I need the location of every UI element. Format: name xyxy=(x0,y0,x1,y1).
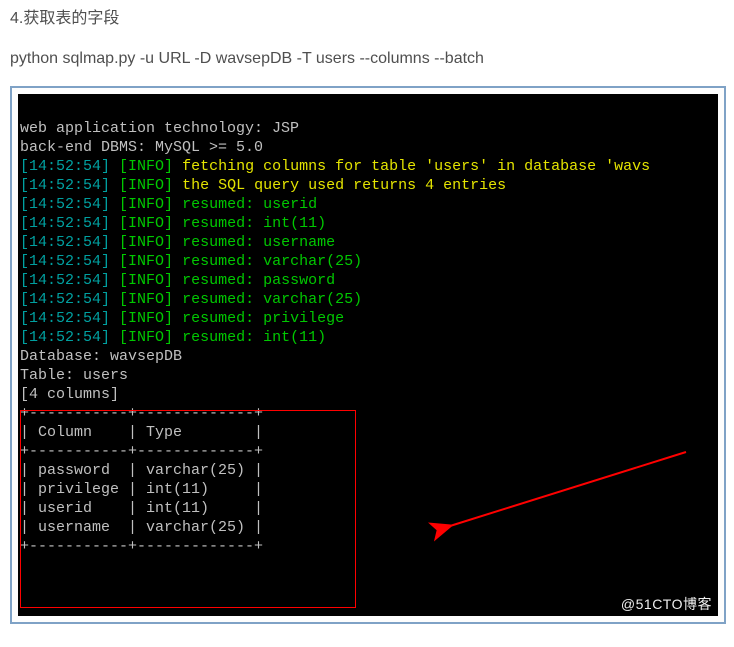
terminal-output: web application technology: JSP back-end… xyxy=(18,94,718,616)
log-msg-5: resumed: username xyxy=(182,234,335,251)
table-sep: +-----------+-------------+ xyxy=(20,443,263,460)
log-ts: [14:52:54] xyxy=(20,291,110,308)
terminal-frame: web application technology: JSP back-end… xyxy=(10,86,726,624)
log-msg-3: resumed: userid xyxy=(182,196,317,213)
log-ts: [14:52:54] xyxy=(20,310,110,327)
table-sep: +-----------+-------------+ xyxy=(20,405,263,422)
log-level: [INFO] xyxy=(119,215,173,232)
table-row: | password | varchar(25) | xyxy=(20,462,263,479)
tech-line: web application technology: JSP xyxy=(20,120,299,137)
log-msg-1: fetching columns for table 'users' in da… xyxy=(182,158,650,175)
log-ts: [14:52:54] xyxy=(20,329,110,346)
section-heading: 4.获取表的字段 xyxy=(10,4,724,28)
log-level: [INFO] xyxy=(119,310,173,327)
table-row: | username | varchar(25) | xyxy=(20,519,263,536)
dbms-line: back-end DBMS: MySQL >= 5.0 xyxy=(20,139,263,156)
log-level: [INFO] xyxy=(119,253,173,270)
log-msg-7: resumed: password xyxy=(182,272,335,289)
log-level: [INFO] xyxy=(119,329,173,346)
table-line: Table: users xyxy=(20,367,128,384)
columns-count: [4 columns] xyxy=(20,386,119,403)
log-ts: [14:52:54] xyxy=(20,158,110,175)
log-ts: [14:52:54] xyxy=(20,253,110,270)
arrow-line xyxy=(450,452,686,526)
log-level: [INFO] xyxy=(119,234,173,251)
log-msg-6: resumed: varchar(25) xyxy=(182,253,362,270)
table-header: | Column | Type | xyxy=(20,424,263,441)
database-line: Database: wavsepDB xyxy=(20,348,182,365)
log-ts: [14:52:54] xyxy=(20,215,110,232)
log-msg-10: resumed: int(11) xyxy=(182,329,326,346)
table-row: | userid | int(11) | xyxy=(20,500,263,517)
log-ts: [14:52:54] xyxy=(20,272,110,289)
log-msg-4: resumed: int(11) xyxy=(182,215,326,232)
log-ts: [14:52:54] xyxy=(20,234,110,251)
log-msg-9: resumed: privilege xyxy=(182,310,344,327)
log-level: [INFO] xyxy=(119,272,173,289)
log-ts: [14:52:54] xyxy=(20,177,110,194)
watermark: @51CTO博客 xyxy=(621,595,712,614)
command-text: python sqlmap.py -u URL -D wavsepDB -T u… xyxy=(10,50,724,68)
log-level: [INFO] xyxy=(119,196,173,213)
log-level: [INFO] xyxy=(119,177,173,194)
log-msg-8: resumed: varchar(25) xyxy=(182,291,362,308)
log-msg-2: the SQL query used returns 4 entries xyxy=(182,177,506,194)
log-ts: [14:52:54] xyxy=(20,196,110,213)
table-sep: +-----------+-------------+ xyxy=(20,538,263,555)
log-level: [INFO] xyxy=(119,291,173,308)
table-row: | privilege | int(11) | xyxy=(20,481,263,498)
log-level: [INFO] xyxy=(119,158,173,175)
